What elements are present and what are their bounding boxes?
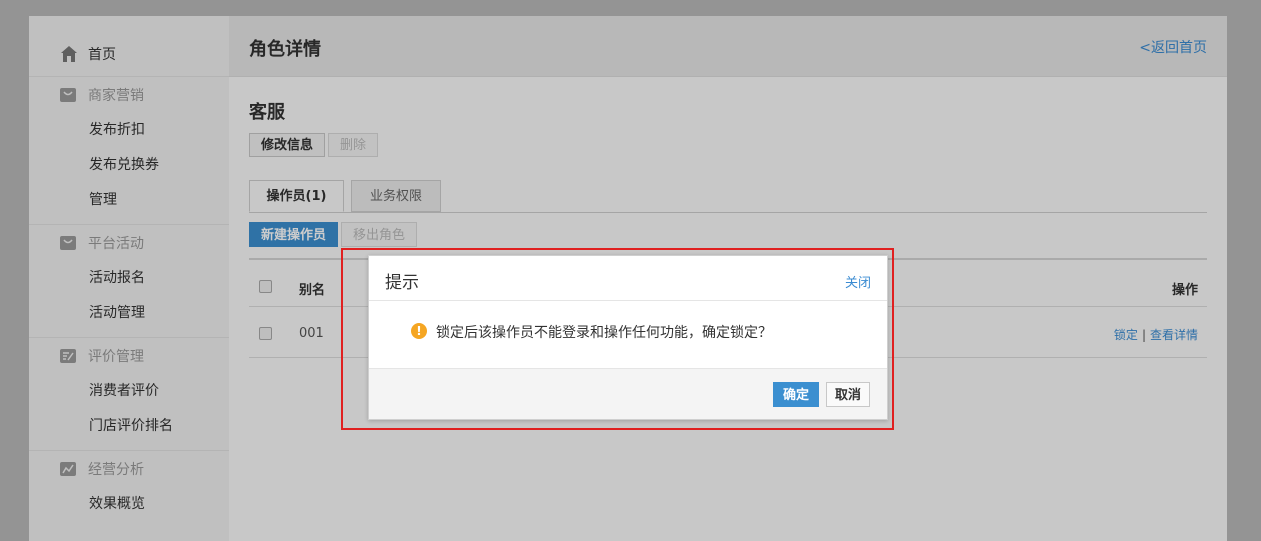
confirm-button[interactable]: 确定: [773, 382, 820, 407]
cancel-button[interactable]: 取消: [826, 382, 871, 407]
confirm-dialog: 提示 关闭 ! 锁定后该操作员不能登录和操作任何功能，确定锁定？ 确定 取消: [368, 255, 888, 420]
dialog-body: ! 锁定后该操作员不能登录和操作任何功能，确定锁定？: [369, 301, 887, 370]
dialog-close-link[interactable]: 关闭: [845, 272, 871, 291]
dialog-message: 锁定后该操作员不能登录和操作任何功能，确定锁定？: [436, 325, 772, 341]
dialog-footer: 确定 取消: [369, 368, 887, 419]
dialog-title: 提示: [385, 273, 419, 293]
warning-icon: !: [411, 323, 427, 339]
dialog-header: 提示 关闭: [369, 256, 887, 301]
